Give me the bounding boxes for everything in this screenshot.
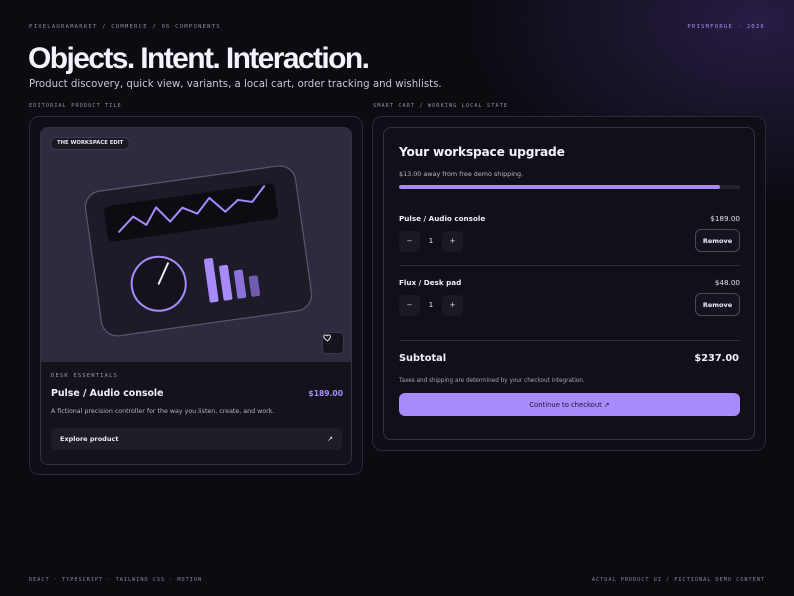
audio-console-illustration (84, 165, 313, 337)
divider (399, 340, 740, 341)
top-bar: PIXELAURAMARKET / COMMERCE / 06 COMPONEN… (29, 24, 765, 34)
cart-card: Your workspace upgrade $13.00 away from … (383, 127, 755, 440)
product-description: A fictional precision controller for the… (51, 408, 275, 415)
tech-stack-label: REACT · TYPESCRIPT · TAILWIND CSS · MOTI… (29, 577, 203, 583)
breadcrumb: PIXELAURAMARKET / COMMERCE / 06 COMPONEN… (29, 24, 221, 30)
decrease-quantity-button[interactable]: − (399, 230, 420, 252)
shipping-threshold-note: $13.00 away from free demo shipping. (399, 170, 524, 178)
line-item-name: Pulse / Audio console (399, 214, 486, 223)
subtotal-label: Subtotal (399, 353, 447, 364)
product-name[interactable]: Pulse / Audio console (51, 388, 163, 399)
product-info: DESK ESSENTIALS Pulse / Audio console $1… (41, 362, 351, 464)
line-item-price: $189.00 (710, 214, 740, 223)
remove-item-button[interactable]: Remove (695, 293, 740, 316)
explore-product-label: Explore product (60, 435, 119, 443)
product-tile-panel: THE WORKSPACE EDIT DESK ESSENTIALS Pulse… (29, 116, 363, 475)
cart-line-item: Flux / Desk pad $48.00 − 1 + Remove (399, 278, 740, 324)
product-card[interactable]: THE WORKSPACE EDIT DESK ESSENTIALS Pulse… (40, 127, 352, 465)
remove-item-button[interactable]: Remove (695, 229, 740, 252)
increase-quantity-button[interactable]: + (442, 230, 463, 252)
page-subtitle: Product discovery, quick view, variants,… (29, 79, 442, 90)
line-item-name: Flux / Desk pad (399, 278, 462, 287)
arrow-up-right-icon: ↗ (327, 435, 333, 443)
quantity-stepper: − 1 + (399, 294, 463, 316)
shipping-progress-fill (399, 185, 720, 189)
subtotal-value: $237.00 (694, 353, 739, 364)
page-title: Objects. Intent. Interaction. (28, 42, 370, 75)
tax-note: Taxes and shipping are determined by you… (399, 378, 585, 384)
explore-product-button[interactable]: Explore product ↗ (51, 428, 342, 450)
quantity-value: 1 (428, 237, 434, 245)
quantity-stepper: − 1 + (399, 230, 463, 252)
product-category: DESK ESSENTIALS (51, 373, 119, 379)
quantity-value: 1 (428, 301, 434, 309)
product-image: THE WORKSPACE EDIT (41, 128, 351, 362)
section-label-cart: SMART CART / WORKING LOCAL STATE (373, 103, 509, 109)
cart-title: Your workspace upgrade (399, 145, 565, 159)
disclaimer-label: ACTUAL PRODUCT UI / FICTIONAL DEMO CONTE… (591, 577, 765, 583)
wishlist-button[interactable] (322, 332, 344, 354)
decrease-quantity-button[interactable]: − (399, 294, 420, 316)
section-label-product-tile: EDITORIAL PRODUCT TILE (29, 103, 122, 109)
shipping-progress-bar (399, 185, 740, 189)
brand-label: PRISMFORGE · 2026 (687, 24, 765, 30)
product-price: $189.00 (308, 389, 343, 398)
cart-panel: Your workspace upgrade $13.00 away from … (372, 116, 766, 451)
divider (399, 265, 740, 266)
line-item-price: $48.00 (714, 278, 740, 287)
footer: REACT · TYPESCRIPT · TAILWIND CSS · MOTI… (29, 577, 765, 583)
heart-icon (323, 334, 331, 342)
collection-badge: THE WORKSPACE EDIT (50, 137, 131, 150)
increase-quantity-button[interactable]: + (442, 294, 463, 316)
checkout-button[interactable]: Continue to checkout ↗ (399, 393, 740, 416)
cart-line-item: Pulse / Audio console $189.00 − 1 + Remo… (399, 214, 740, 260)
